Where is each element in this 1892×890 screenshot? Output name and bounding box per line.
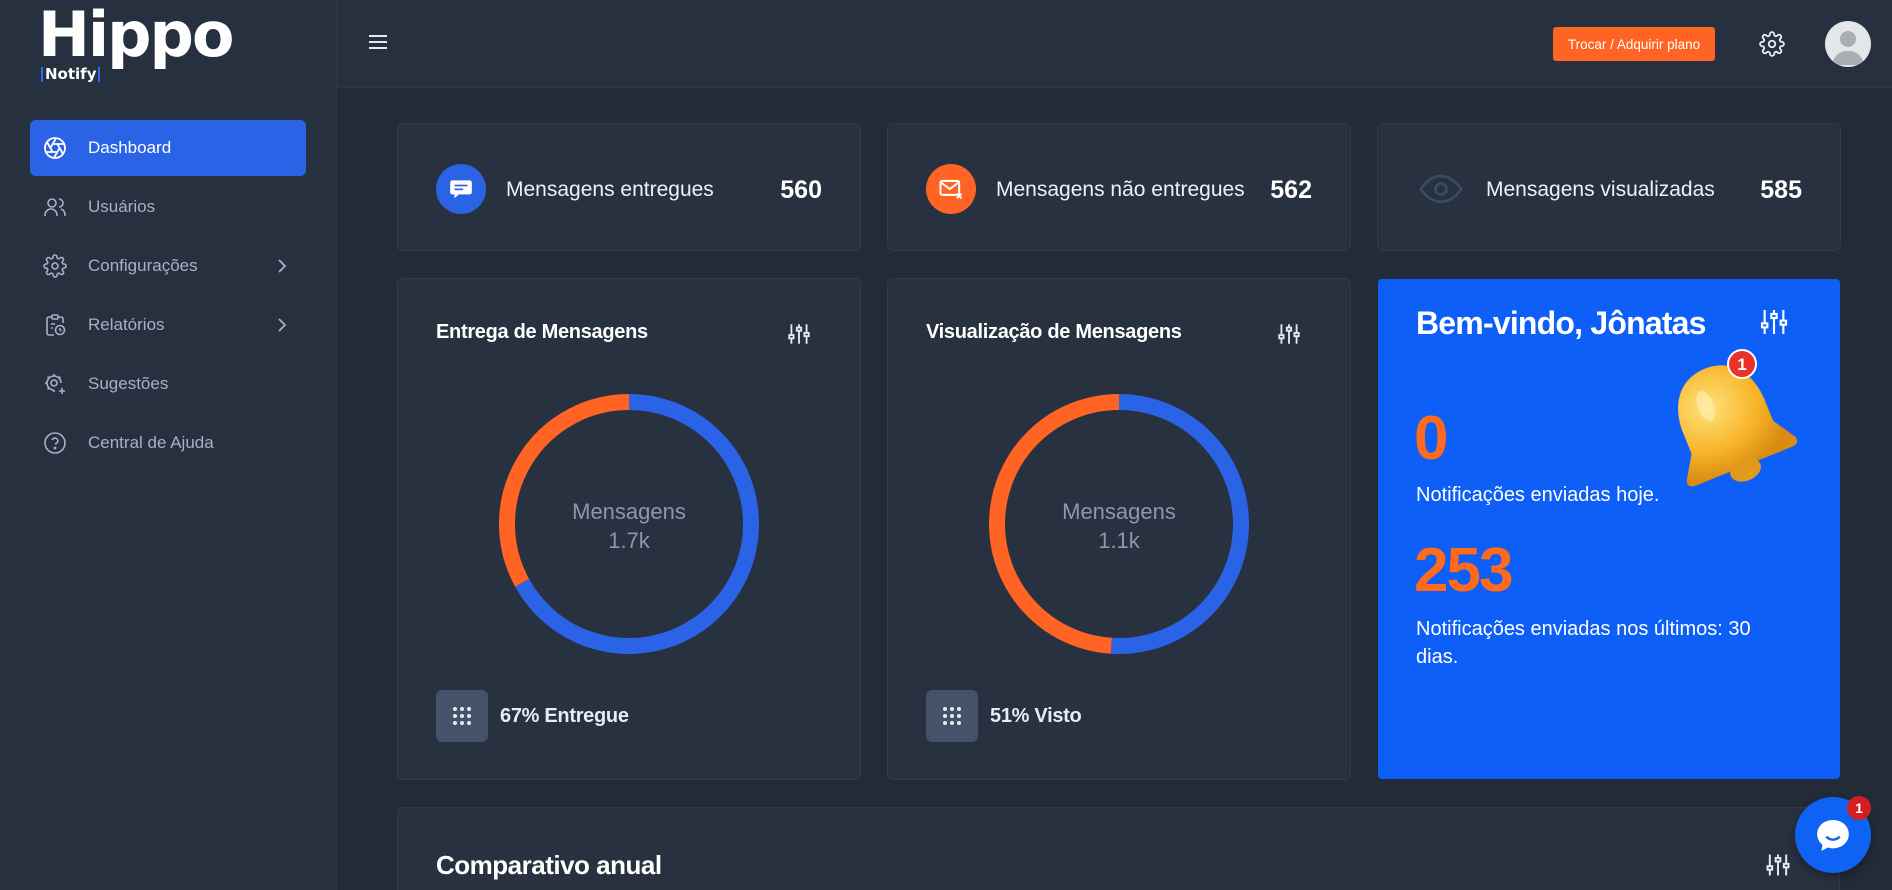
stat-value: 585 [1760, 176, 1802, 204]
gear-icon [42, 253, 68, 279]
settings-gear-icon[interactable] [1759, 31, 1785, 57]
logo-text: Hippo [38, 0, 234, 71]
views-chart-card: Visualização de Mensagens Mensagens 1.1k… [887, 278, 1351, 780]
stat-label: Mensagens entregues [506, 178, 714, 201]
chart-title: Entrega de Mensagens [436, 321, 648, 343]
today-count: 0 [1414, 404, 1449, 473]
sidebar-nav: Dashboard Usuários Configurações Relatór… [30, 120, 306, 474]
sidebar-item-sugestoes[interactable]: Sugestões [30, 356, 306, 412]
sidebar-item-label: Relatórios [88, 315, 165, 334]
chevron-right-icon [272, 256, 292, 276]
gear-plus-icon [42, 371, 68, 397]
mail-x-icon [926, 164, 976, 214]
users-icon [42, 194, 68, 220]
annual-title: Comparativo anual [436, 850, 662, 880]
sidebar-item-central-ajuda[interactable]: Central de Ajuda [30, 415, 306, 471]
donut-center-label: Mensagens [1062, 499, 1176, 524]
chat-notification-badge: 1 [1847, 796, 1871, 820]
sidebar-item-label: Dashboard [88, 138, 172, 157]
sidebar-item-label: Central de Ajuda [88, 433, 214, 452]
stat-card-viewed: Mensagens visualizadas 585 [1377, 123, 1841, 251]
brand-logo[interactable]: Hippo Notify [38, 0, 248, 86]
chevron-right-icon [272, 315, 292, 335]
stat-label: Mensagens não entregues [996, 178, 1245, 201]
sidebar: Hippo Notify Dashboard Usuários Configur… [0, 0, 337, 890]
sidebar-item-label: Configurações [88, 256, 198, 275]
sidebar-item-dashboard[interactable]: Dashboard [30, 120, 306, 176]
bell-icon: 1 [1678, 349, 1798, 487]
welcome-card: Bem-vindo, Jônatas 0 Notificações enviad… [1378, 279, 1840, 779]
sidebar-item-relatorios[interactable]: Relatórios [30, 297, 306, 353]
chat-bubble-icon [1817, 820, 1849, 851]
donut-slice-entregue[interactable] [515, 394, 759, 654]
clipboard-clock-icon [42, 312, 68, 338]
welcome-title: Bem-vindo, Jônatas [1416, 305, 1706, 341]
annual-comparison-card: Comparativo anual [397, 807, 1840, 890]
eye-icon [1416, 164, 1466, 214]
aperture-icon [42, 135, 68, 161]
stat-card-undelivered: Mensagens não entregues 562 [887, 123, 1351, 251]
filter-sliders-icon[interactable] [1758, 305, 1790, 339]
filter-sliders-icon[interactable] [1276, 321, 1302, 347]
stat-label: Mensagens visualizadas [1486, 178, 1715, 201]
topbar: Trocar / Adquirir plano [337, 0, 1892, 88]
donut-center-value: 1.1k [1098, 528, 1141, 553]
chat-icon [436, 164, 486, 214]
logo-subtext: Notify [41, 67, 101, 82]
sidebar-item-usuarios[interactable]: Usuários [30, 179, 306, 235]
bell-badge-count: 1 [1737, 355, 1746, 374]
change-plan-button[interactable]: Trocar / Adquirir plano [1553, 27, 1715, 61]
grid-dots-icon [926, 690, 978, 742]
user-avatar[interactable] [1825, 21, 1871, 67]
sidebar-item-label: Usuários [88, 197, 156, 216]
delivery-chart-card: Entrega de Mensagens Mensagens 1.7k 67% … [397, 278, 861, 780]
donut-center-label: Mensagens [572, 499, 686, 524]
views-percentage: 51% Visto [990, 705, 1082, 727]
filter-sliders-icon[interactable] [1764, 850, 1792, 880]
donut-slice-visto[interactable] [1110, 394, 1249, 654]
filter-sliders-icon[interactable] [786, 321, 812, 347]
grid-dots-icon [436, 690, 488, 742]
today-label: Notificações enviadas hoje. [1416, 484, 1660, 506]
delivery-donut-chart: Mensagens 1.7k [499, 394, 759, 654]
delivery-percentage: 67% Entregue [500, 705, 629, 727]
donut-slice-não-entregue[interactable] [499, 394, 630, 587]
month-label: Notificações enviadas nos últimos: 30 di… [1416, 618, 1751, 668]
stat-value: 562 [1270, 176, 1312, 204]
stat-value: 560 [780, 176, 822, 204]
stat-card-delivered: Mensagens entregues 560 [397, 123, 861, 251]
chart-title: Visualização de Mensagens [926, 321, 1182, 343]
views-donut-chart: Mensagens 1.1k [989, 394, 1249, 654]
donut-center-value: 1.7k [608, 528, 651, 553]
sidebar-item-label: Sugestões [88, 374, 169, 393]
month-count: 253 [1414, 536, 1513, 605]
help-circle-icon [42, 430, 68, 456]
hamburger-menu-icon[interactable] [367, 32, 389, 52]
sidebar-item-configuracoes[interactable]: Configurações [30, 238, 306, 294]
